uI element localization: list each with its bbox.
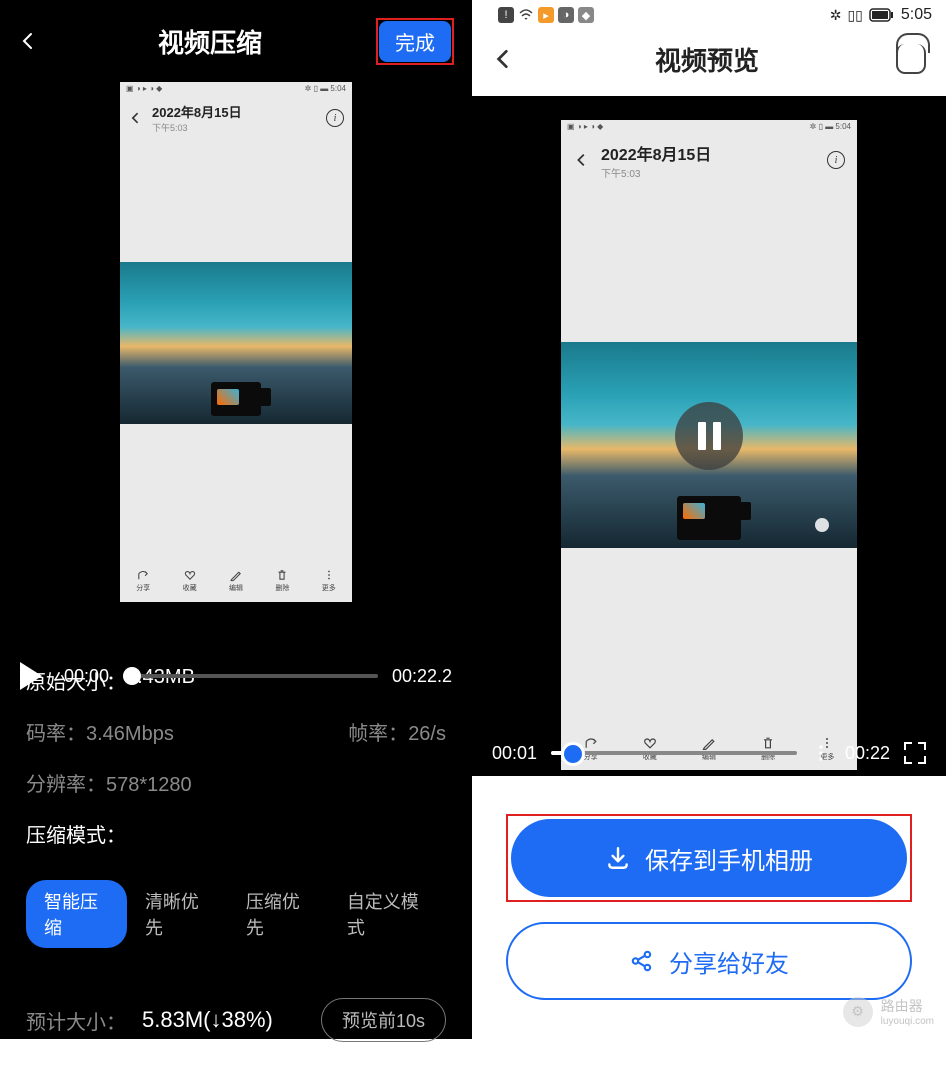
mode-compress[interactable]: 压缩优先	[228, 880, 329, 948]
duration: 00:22.2	[392, 666, 452, 687]
back-icon[interactable]	[18, 28, 44, 54]
current-time: 00:01	[492, 743, 537, 764]
home-icon[interactable]	[896, 44, 926, 74]
share-button[interactable]: 分享给好友	[506, 922, 912, 1000]
mode-clarity[interactable]: 清晰优先	[127, 880, 228, 948]
share-icon	[629, 948, 655, 974]
mode-smart[interactable]: 智能压缩	[26, 880, 127, 948]
video-scrubber[interactable]: 00:01 00:22	[472, 742, 946, 764]
compress-mode-tabs: 智能压缩 清晰优先 压缩优先 自定义模式	[0, 870, 472, 958]
done-button[interactable]: 完成	[379, 21, 451, 62]
highlight-box-done: 完成	[376, 18, 454, 65]
page-title: 视频压缩	[158, 23, 262, 60]
video-scrubber[interactable]: 00:00 00:22.2	[0, 662, 472, 690]
estimate-label: 预计大小：	[26, 1006, 126, 1035]
page-title: 视频预览	[655, 41, 759, 78]
highlight-box-save: 保存到手机相册	[506, 814, 912, 902]
current-time: 00:00	[64, 666, 109, 687]
compress-mode-label: 压缩模式：	[26, 819, 126, 848]
fullscreen-icon[interactable]	[904, 742, 926, 764]
info-icon: i	[827, 151, 845, 169]
mode-custom[interactable]: 自定义模式	[329, 880, 446, 948]
pause-button[interactable]	[675, 402, 743, 470]
video-player[interactable]: ▣ ◑ ▸ ◑ ◆✲ ▯ ▬ 5:04 2022年8月15日 下午5:03 i …	[472, 96, 946, 776]
save-to-album-button[interactable]: 保存到手机相册	[511, 819, 907, 897]
back-icon[interactable]	[492, 46, 518, 72]
video-preview-thumbnail[interactable]: ▣ ◑ ▸ ◑ ◆✲ ▯ ▬ 5:04 2022年8月15日 下午5:03 i …	[120, 82, 352, 602]
preview-10s-button[interactable]: 预览前10s	[321, 998, 446, 1042]
download-icon	[605, 845, 631, 871]
info-icon: i	[326, 109, 344, 127]
play-icon[interactable]	[20, 662, 42, 690]
estimate-value: 5.83M(↓38%)	[142, 1007, 273, 1033]
status-bar: ! ▸ ◑ ◆ ✲ ▯▯ 5:05	[472, 0, 946, 30]
status-time: 5:05	[901, 6, 932, 24]
watermark: ⚙ 路由器 luyouqi.com	[843, 996, 934, 1027]
duration: 00:22	[845, 743, 890, 764]
more-icon[interactable]	[811, 743, 831, 763]
